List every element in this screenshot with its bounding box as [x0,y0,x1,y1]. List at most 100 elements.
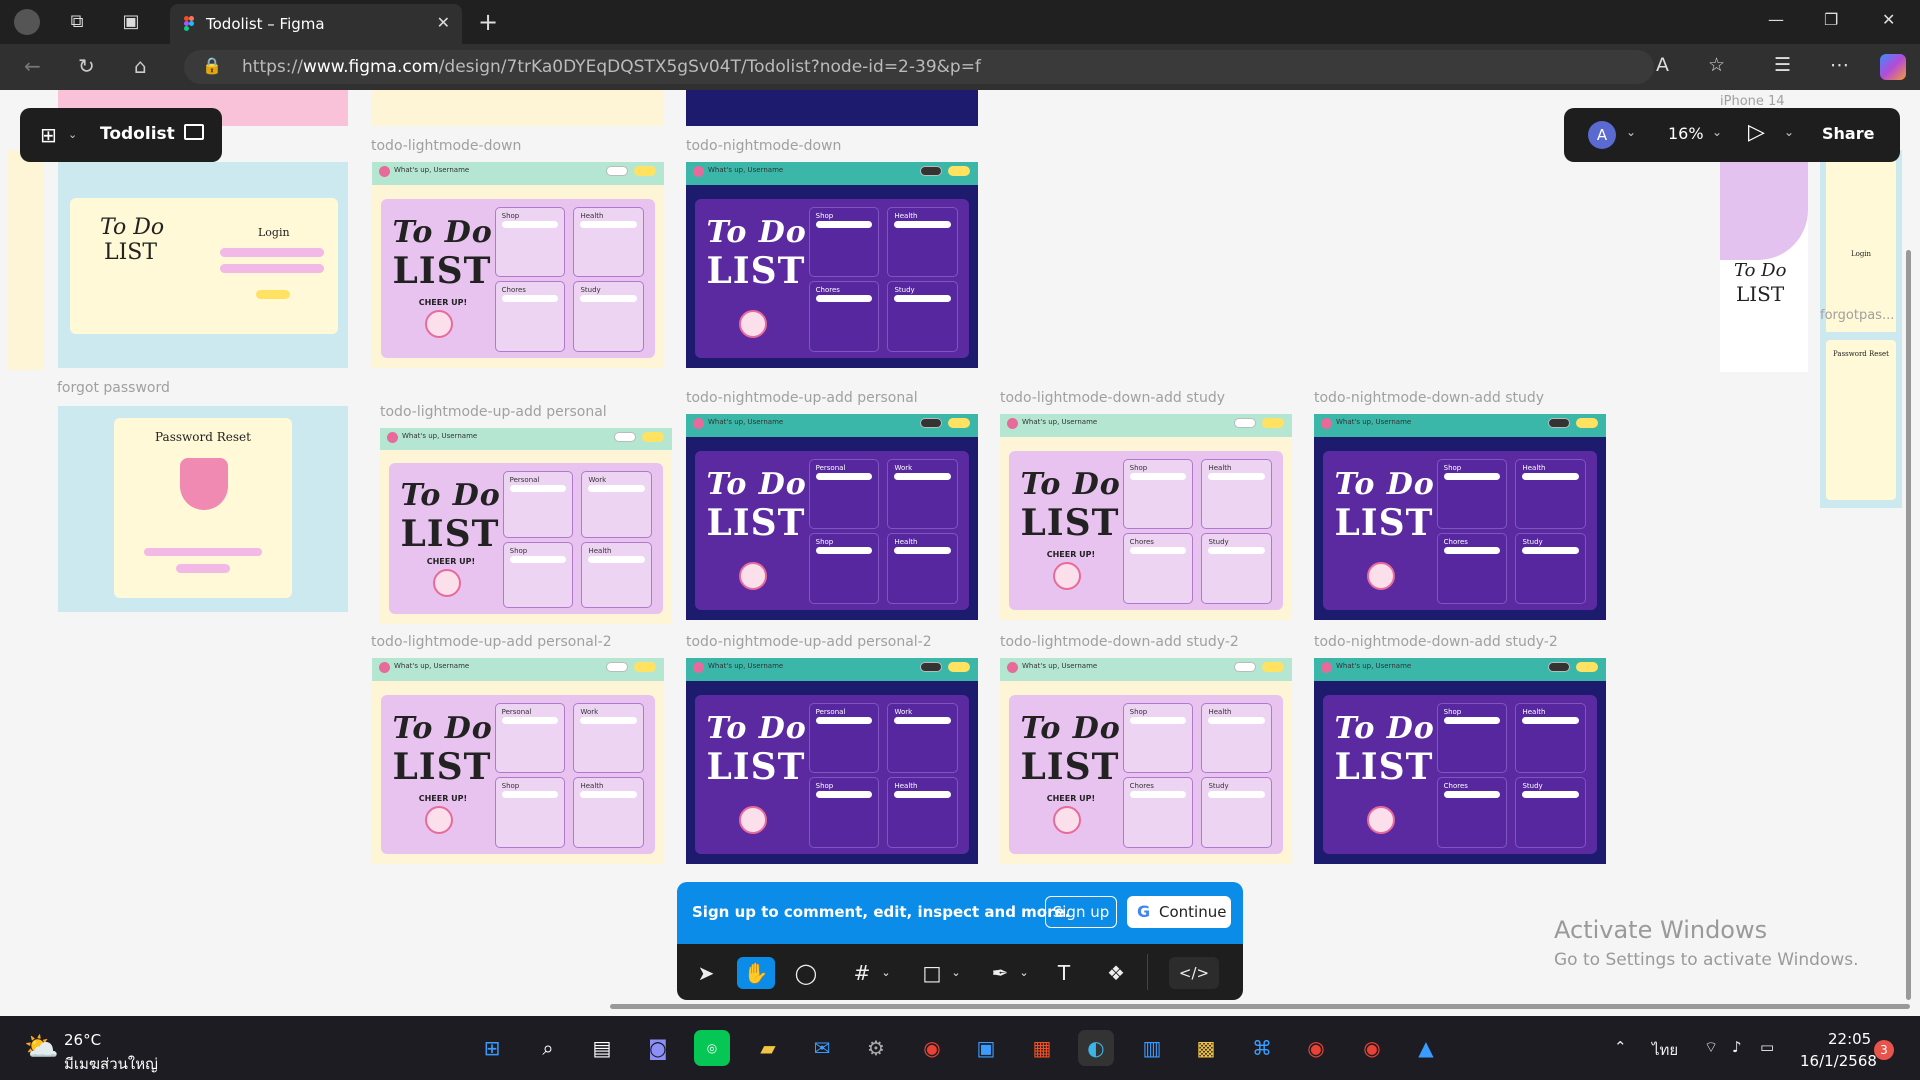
new-tab-icon[interactable]: + [478,8,498,36]
frame-todo-nightmode-up-add-personal-2[interactable]: What's up, Username To Do LIST Personal W… [686,658,978,864]
password-reset-title: Password Reset [155,430,251,444]
teams-icon[interactable]: ◙ [640,1030,676,1066]
weather-condition[interactable]: มีเมฆส่วนใหญ่ [64,1052,158,1076]
back-icon[interactable]: ← [24,54,41,78]
restore-icon[interactable]: ❐ [1824,10,1838,29]
label-todo-nightmode-up-add-personal-2: todo-nightmode-up-add personal-2 [686,634,932,650]
user-avatar[interactable]: A [1588,121,1616,149]
frame-todo-nightmode-down[interactable]: What's up, Username To Do LIST Shop Healt… [686,162,978,368]
frame-phone-forgot-password[interactable]: Password Reset [1820,332,1902,508]
file-explorer-icon[interactable]: ▰ [750,1030,786,1066]
hand-tool-icon[interactable]: ✋ [737,957,775,989]
favorites-icon[interactable]: ☰ [1774,54,1791,76]
language-indicator[interactable]: ไทย [1652,1038,1678,1062]
chevron-down-icon[interactable]: ⌄ [867,957,905,989]
frame-todo-nightmode-down-add-study[interactable]: What's up, Username To Do LIST Shop Healt… [1314,414,1606,620]
settings-gear-icon[interactable]: ⚙ [858,1030,894,1066]
vertical-scrollbar[interactable] [1906,250,1911,1000]
store-icon[interactable]: ▩ [1188,1030,1224,1066]
horizontal-scrollbar[interactable] [610,1004,1910,1009]
more-menu-icon[interactable]: ⋯ [1830,54,1849,76]
vscode-icon[interactable]: ⌘ [1244,1030,1280,1066]
photos-icon[interactable]: ▲ [1408,1030,1444,1066]
close-window-icon[interactable]: ✕ [1882,10,1895,29]
favorite-star-icon[interactable]: ☆ [1708,54,1725,76]
chevron-down-icon[interactable]: ⌄ [1712,125,1722,139]
label-todo-lightmode-down: todo-lightmode-down [371,138,522,154]
chevron-up-icon[interactable]: ⌃ [1614,1038,1627,1056]
workspaces-icon[interactable]: ⧉ [64,9,90,35]
read-aloud-icon[interactable]: A [1656,54,1669,76]
login-title: Login [258,226,290,239]
tab-actions-icon[interactable]: ▣ [118,9,144,35]
microsoft-app-icon[interactable]: ▦ [1024,1030,1060,1066]
label-todo-nightmode-down-add-study: todo-nightmode-down-add study [1314,390,1545,406]
weather-icon[interactable]: ⛅ [24,1030,59,1063]
file-name[interactable]: Todolist [100,124,175,144]
weather-temperature[interactable]: 26°C [64,1031,101,1049]
volume-icon[interactable]: ♪ [1732,1038,1742,1056]
tab-figma[interactable]: Todolist – Figma ✕ [170,4,462,44]
frame-iphone-partial[interactable]: To Do LIST [1720,160,1808,372]
frame-phone-login[interactable]: Login [1820,150,1902,358]
frame-forgot-password[interactable]: Password Reset [58,406,348,612]
chevron-down-icon[interactable]: ⌄ [68,128,77,141]
frame-todo-nightmode-down-add-study-2[interactable]: What's up, Username To Do LIST Shop Healt… [1314,658,1606,864]
clock-date[interactable]: 16/1/2568 [1800,1052,1877,1070]
wifi-icon[interactable]: ⌔ [1704,1038,1718,1057]
figma-bottom-toolbar: ➤ ✋ ◯ # ⌄ □ ⌄ ✒ ⌄ T ❖ </> [677,944,1243,1000]
start-icon[interactable]: ⊞ [474,1030,510,1066]
close-tab-icon[interactable]: ✕ [437,13,450,32]
figma-canvas[interactable]: To Do LIST Login forgot password Passwor… [0,90,1920,1016]
chevron-down-icon[interactable]: ⌄ [1005,957,1043,989]
profile-avatar[interactable] [14,9,40,35]
chrome-icon[interactable]: ◉ [914,1030,950,1066]
frame-todo-lightmode-up-add-personal[interactable]: What's up, Username To Do LIST CHEER UP! … [380,428,672,624]
frame-todo-lightmode-up-add-personal-2[interactable]: What's up, Username To Do LIST CHEER UP! … [372,658,664,864]
line-icon[interactable]: ◎ [694,1030,730,1066]
frame-partial-left [8,150,44,370]
move-tool-icon[interactable]: ➤ [687,957,725,989]
dev-mode-icon[interactable]: </> [1169,957,1219,989]
sidebar-toggle-icon[interactable] [184,124,204,140]
search-icon[interactable]: ⌕ [530,1030,566,1066]
refresh-icon[interactable]: ↻ [78,54,95,78]
share-button[interactable]: Share [1822,124,1874,143]
chevron-down-icon[interactable]: ⌄ [937,957,975,989]
word-app-icon[interactable]: ▥ [1134,1030,1170,1066]
label-iphone-14: iPhone 14 [1720,94,1785,109]
zoom-level[interactable]: 16% [1668,124,1704,143]
url-field[interactable]: 🔒 https://www.figma.com/design/7trKa0DYE… [184,50,1654,84]
label-forgotpas: forgotpas... [1820,308,1895,323]
comment-tool-icon[interactable]: ◯ [787,957,825,989]
continue-google-button[interactable]: G Continue [1127,896,1231,928]
text-tool-icon[interactable]: T [1045,957,1083,989]
present-play-icon[interactable]: ▷ [1748,120,1765,145]
decorative-blob [1720,160,1808,260]
sign-up-button[interactable]: Sign up [1045,896,1117,928]
battery-icon[interactable]: ▭ [1760,1038,1774,1056]
chevron-down-icon[interactable]: ⌄ [1626,125,1636,139]
signup-banner: Sign up to comment, edit, inspect and mo… [677,882,1243,944]
chrome-profile-icon[interactable]: ◉ [1298,1030,1334,1066]
frame-todo-lightmode-down[interactable]: What's up, Username To Do LIST CHEER UP! … [372,162,664,368]
chevron-down-icon[interactable]: ⌄ [1784,125,1794,139]
clock-time[interactable]: 22:05 [1828,1030,1871,1048]
task-view-icon[interactable]: ▤ [584,1030,620,1066]
app-icon[interactable]: ▣ [968,1030,1004,1066]
edge-icon[interactable]: ◐ [1078,1030,1114,1066]
components-tool-icon[interactable]: ❖ [1097,957,1135,989]
frame-todo-nightmode-up-add-personal[interactable]: What's up, Username To Do LIST Personal W… [686,414,978,620]
frame-todo-lightmode-down-add-study-2[interactable]: What's up, Username To Do LIST CHEER UP! … [1000,658,1292,864]
minimize-icon[interactable]: — [1768,10,1784,29]
chrome-profile-2-icon[interactable]: ◉ [1354,1030,1390,1066]
frame-login[interactable]: To Do LIST Login [58,162,348,368]
frame-todo-lightmode-down-add-study[interactable]: What's up, Username To Do LIST CHEER UP! … [1000,414,1292,620]
figma-favicon-icon [184,16,194,31]
label-todo-lightmode-down-add-study: todo-lightmode-down-add study [1000,390,1226,406]
figma-menu-icon[interactable]: ⊞ [40,123,57,147]
copilot-icon[interactable] [1880,54,1906,80]
mail-icon[interactable]: ✉ [804,1030,840,1066]
notification-badge[interactable]: 3 [1874,1040,1894,1060]
home-icon[interactable]: ⌂ [134,54,147,78]
